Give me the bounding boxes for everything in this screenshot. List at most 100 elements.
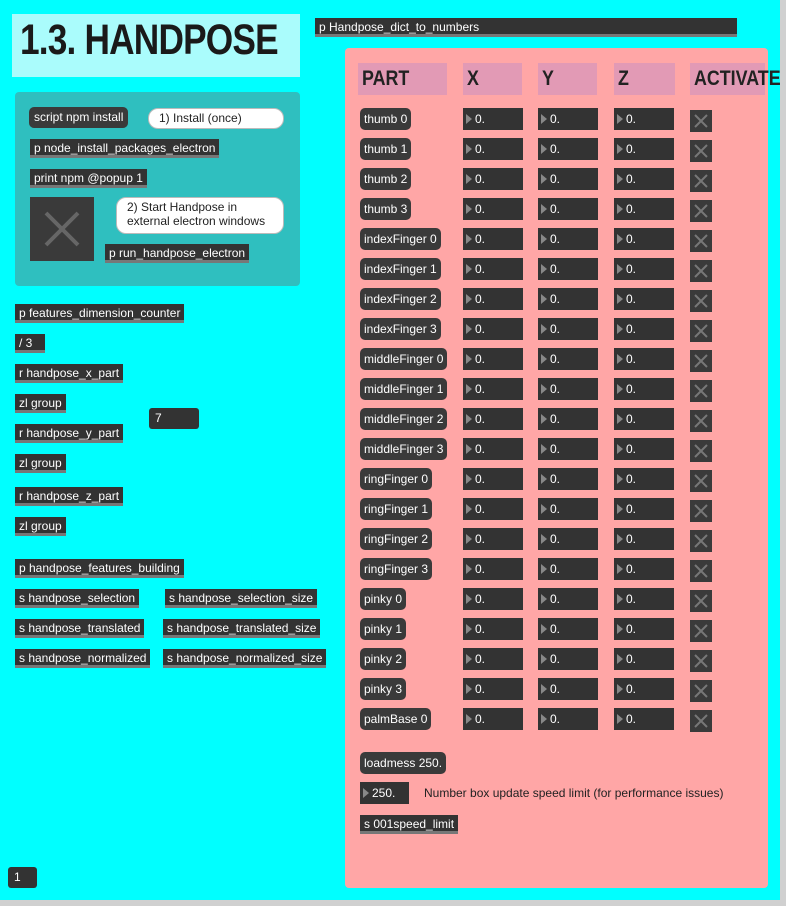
z-number-box[interactable]: 0. [614,378,674,400]
x-number-box[interactable]: 0. [463,138,523,160]
activate-toggle[interactable] [690,470,712,492]
part-label[interactable]: palmBase 0 [360,708,432,730]
z-number-box[interactable]: 0. [614,318,674,340]
part-label[interactable]: ringFinger 1 [360,498,433,520]
y-number-box[interactable]: 0. [538,588,598,610]
x-number-box[interactable]: 0. [463,588,523,610]
z-number-box[interactable]: 0. [614,678,674,700]
y-number-box[interactable]: 0. [538,558,598,580]
send-selection-object[interactable]: s handpose_selection [15,589,140,608]
activate-toggle[interactable] [690,560,712,582]
z-number-box[interactable]: 0. [614,498,674,520]
x-number-box[interactable]: 0. [463,498,523,520]
x-number-box[interactable]: 0. [463,378,523,400]
z-number-box[interactable]: 0. [614,588,674,610]
loadmess-object[interactable]: loadmess 250. [360,752,447,774]
y-number-box[interactable]: 0. [538,678,598,700]
y-number-box[interactable]: 0. [538,528,598,550]
y-number-box[interactable]: 0. [538,138,598,160]
x-number-box[interactable]: 0. [463,678,523,700]
dict-to-numbers-object[interactable]: p Handpose_dict_to_numbers [315,18,737,37]
part-label[interactable]: indexFinger 0 [360,228,441,250]
part-label[interactable]: thumb 0 [360,108,412,130]
x-number-box[interactable]: 0. [463,528,523,550]
zl-group-object[interactable]: zl group [15,517,66,536]
activate-toggle[interactable] [690,500,712,522]
y-number-box[interactable]: 0. [538,258,598,280]
activate-toggle[interactable] [690,620,712,642]
x-number-box[interactable]: 0. [463,558,523,580]
z-number-box[interactable]: 0. [614,108,674,130]
zl-group-object[interactable]: zl group [15,394,66,413]
activate-toggle[interactable] [690,140,712,162]
y-number-box[interactable]: 0. [538,408,598,430]
part-label[interactable]: pinky 3 [360,678,407,700]
part-label[interactable]: pinky 1 [360,618,407,640]
activate-toggle[interactable] [690,380,712,402]
z-number-box[interactable]: 0. [614,408,674,430]
y-number-box[interactable]: 0. [538,708,598,730]
send-translated-size-object[interactable]: s handpose_translated_size [163,619,321,638]
part-label[interactable]: indexFinger 2 [360,288,441,310]
activate-toggle[interactable] [690,260,712,282]
x-number-box[interactable]: 0. [463,108,523,130]
x-number-box[interactable]: 0. [463,648,523,670]
x-number-box[interactable]: 0. [463,468,523,490]
y-number-box[interactable]: 0. [538,168,598,190]
receive-y-object[interactable]: r handpose_y_part [15,424,124,443]
y-number-box[interactable]: 0. [538,228,598,250]
activate-toggle[interactable] [690,320,712,342]
activate-toggle[interactable] [690,170,712,192]
y-number-box[interactable]: 0. [538,498,598,520]
z-number-box[interactable]: 0. [614,708,674,730]
x-number-box[interactable]: 0. [463,618,523,640]
x-number-box[interactable]: 0. [463,228,523,250]
z-number-box[interactable]: 0. [614,258,674,280]
receive-z-object[interactable]: r handpose_z_part [15,487,124,506]
y-number-box[interactable]: 0. [538,618,598,640]
part-label[interactable]: middleFinger 2 [360,408,448,430]
print-popup-object[interactable]: print npm @popup 1 [30,169,147,188]
y-number-box[interactable]: 0. [538,648,598,670]
part-label[interactable]: ringFinger 3 [360,558,433,580]
y-number-box[interactable]: 0. [538,378,598,400]
y-number-box[interactable]: 0. [538,108,598,130]
x-number-box[interactable]: 0. [463,318,523,340]
receive-x-object[interactable]: r handpose_x_part [15,364,124,383]
y-number-box[interactable]: 0. [538,468,598,490]
activate-toggle[interactable] [690,530,712,552]
y-number-box[interactable]: 0. [538,288,598,310]
send-normalized-object[interactable]: s handpose_normalized [15,649,151,668]
part-label[interactable]: ringFinger 2 [360,528,433,550]
activate-toggle[interactable] [690,650,712,672]
part-label[interactable]: thumb 1 [360,138,412,160]
x-number-box[interactable]: 0. [463,708,523,730]
send-translated-object[interactable]: s handpose_translated [15,619,145,638]
send-selection-size-object[interactable]: s handpose_selection_size [165,589,318,608]
part-label[interactable]: thumb 2 [360,168,412,190]
z-number-box[interactable]: 0. [614,558,674,580]
activate-toggle[interactable] [690,680,712,702]
z-number-box[interactable]: 0. [614,138,674,160]
activate-toggle[interactable] [690,350,712,372]
z-number-box[interactable]: 0. [614,468,674,490]
run-handpose-object[interactable]: p run_handpose_electron [105,244,250,263]
part-label[interactable]: middleFinger 0 [360,348,448,370]
part-label[interactable]: pinky 0 [360,588,407,610]
x-number-box[interactable]: 0. [463,348,523,370]
x-number-box[interactable]: 0. [463,408,523,430]
zl-group-object[interactable]: zl group [15,454,66,473]
send-speed-limit-object[interactable]: s 001speed_limit [360,815,459,834]
z-number-box[interactable]: 0. [614,438,674,460]
bottom-number-box[interactable]: 1 [8,867,37,888]
y-number-box[interactable]: 0. [538,318,598,340]
y-number-box[interactable]: 0. [538,198,598,220]
activate-toggle[interactable] [690,230,712,252]
part-label[interactable]: pinky 2 [360,648,407,670]
y-number-box[interactable]: 0. [538,438,598,460]
divide-object[interactable]: / 3 [15,334,45,353]
features-counter-object[interactable]: p features_dimension_counter [15,304,185,323]
part-label[interactable]: middleFinger 1 [360,378,448,400]
features-building-object[interactable]: p handpose_features_building [15,559,184,578]
x-number-box[interactable]: 0. [463,198,523,220]
